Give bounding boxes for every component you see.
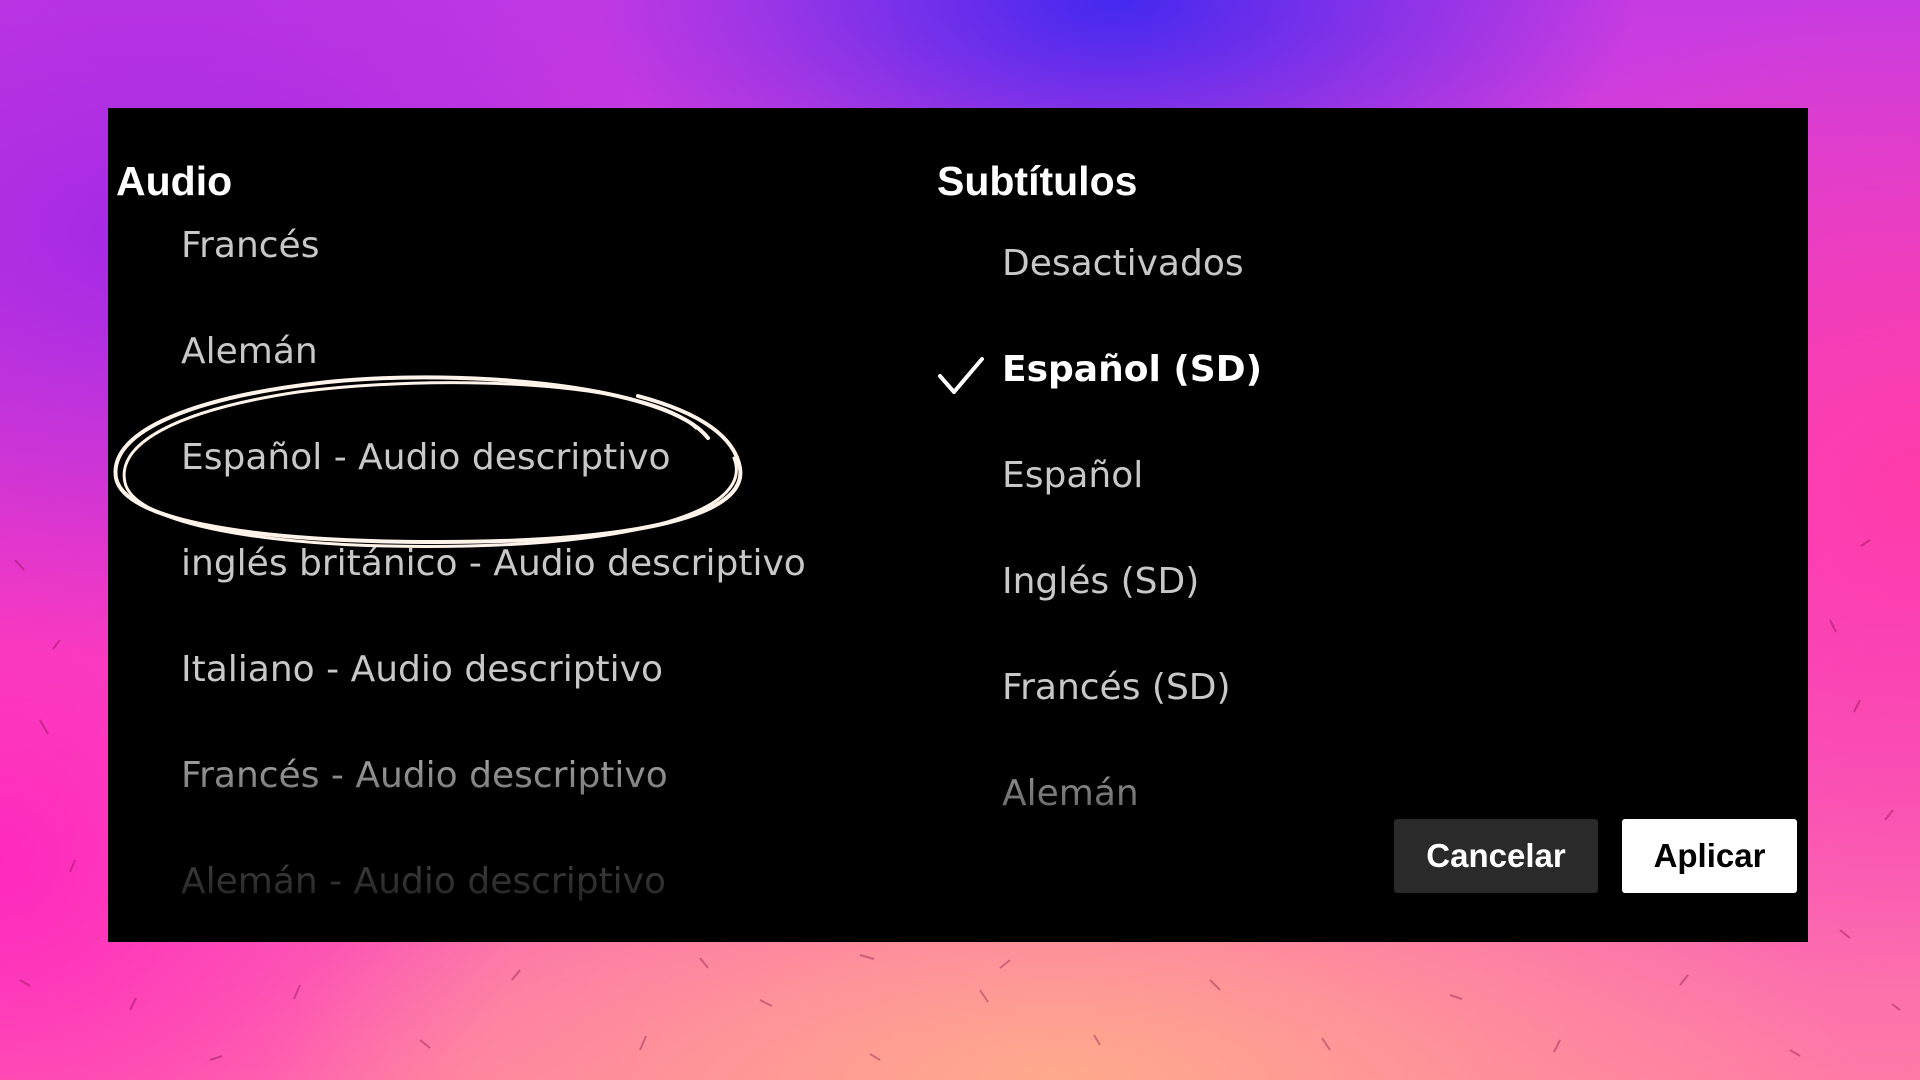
subtitles-option-frances-sd[interactable]: Francés (SD): [1002, 667, 1231, 708]
audio-subtitles-panel: Audio Francés Alemán Español - Audio des…: [108, 108, 1808, 942]
subtitles-option-aleman[interactable]: Alemán: [1002, 773, 1139, 814]
subtitles-heading: Subtítulos: [937, 158, 1138, 204]
subtitles-option-ingles-sd[interactable]: Inglés (SD): [1002, 561, 1199, 602]
checkmark-icon: [938, 357, 984, 394]
audio-option-espanol-audio-descriptivo[interactable]: Español - Audio descriptivo: [181, 437, 671, 478]
subtitles-option-desactivados[interactable]: Desactivados: [1002, 243, 1244, 284]
audio-option-frances[interactable]: Francés: [181, 225, 319, 266]
audio-option-aleman-audio-descriptivo[interactable]: Alemán - Audio descriptivo: [181, 861, 666, 902]
apply-button[interactable]: Aplicar: [1622, 819, 1797, 893]
audio-heading: Audio: [116, 158, 233, 204]
audio-option-italiano-audio-descriptivo[interactable]: Italiano - Audio descriptivo: [181, 649, 663, 690]
subtitles-option-espanol[interactable]: Español: [1002, 455, 1143, 496]
audio-option-frances-audio-descriptivo[interactable]: Francés - Audio descriptivo: [181, 755, 668, 796]
audio-option-ingles-britanico-audio-descriptivo[interactable]: inglés británico - Audio descriptivo: [181, 543, 806, 584]
subtitles-option-espanol-sd[interactable]: Español (SD): [1002, 349, 1262, 390]
cancel-button[interactable]: Cancelar: [1394, 819, 1598, 893]
audio-option-aleman[interactable]: Alemán: [181, 331, 318, 372]
